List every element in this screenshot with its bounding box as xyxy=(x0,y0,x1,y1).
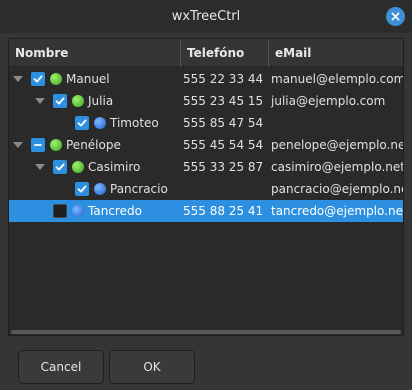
row-email: tancredo@ejemplo.net xyxy=(271,204,404,218)
row-checkbox[interactable] xyxy=(75,116,89,130)
row-email: casimiro@ejemplo.net xyxy=(271,160,404,174)
expand-arrow-icon[interactable] xyxy=(13,76,23,82)
row-name: Penélope xyxy=(66,138,121,152)
green-bullet-icon xyxy=(72,95,84,107)
expand-arrow-icon[interactable] xyxy=(35,164,45,170)
expand-arrow-icon[interactable] xyxy=(35,98,45,104)
row-checkbox[interactable] xyxy=(53,94,67,108)
row-checkbox[interactable] xyxy=(31,72,45,86)
tree-row[interactable]: Casimiro 555 33 25 87 casimiro@ejemplo.net xyxy=(9,156,404,178)
title-bar[interactable]: wxTreeCtrl xyxy=(0,0,412,33)
row-name: Timoteo xyxy=(110,116,159,130)
tree-row[interactable]: Manuel 555 22 33 44 manuel@elemplo.com xyxy=(9,68,404,90)
column-header-nombre[interactable]: Nombre xyxy=(9,39,181,67)
row-phone: 555 88 25 41 xyxy=(183,204,264,218)
row-email: manuel@elemplo.com xyxy=(271,72,404,86)
window-title: wxTreeCtrl xyxy=(171,9,241,24)
horizontal-scrollbar[interactable] xyxy=(9,327,403,335)
ok-button[interactable]: OK xyxy=(109,350,195,384)
tree-row[interactable]: Tancredo 555 88 25 41 tancredo@ejemplo.net xyxy=(9,200,404,222)
blue-bullet-icon xyxy=(94,183,106,195)
tree-row[interactable]: Timoteo 555 85 47 54 xyxy=(9,112,403,134)
row-name: Manuel xyxy=(66,72,110,86)
tree-row[interactable]: Julia 555 23 45 15 julia@ejemplo.com xyxy=(9,90,403,112)
tree-row[interactable]: Penélope 555 45 54 54 penelope@ejemplo.net xyxy=(9,134,404,156)
row-email xyxy=(271,112,403,134)
row-name: Julia xyxy=(88,94,114,108)
green-bullet-icon xyxy=(72,161,84,173)
scrollbar-thumb[interactable] xyxy=(11,330,401,334)
row-email: julia@ejemplo.com xyxy=(271,94,386,108)
row-email: pancracio@ejemplo.net xyxy=(271,182,404,196)
dialog-window: wxTreeCtrl Nombre Telefóno eMail Manuel 5… xyxy=(0,0,412,390)
row-phone: 555 23 45 15 xyxy=(183,94,264,108)
cancel-button[interactable]: Cancel xyxy=(18,350,104,384)
green-bullet-icon xyxy=(50,73,62,85)
column-header-email[interactable]: eMail xyxy=(269,39,403,67)
row-phone: 555 85 47 54 xyxy=(183,116,264,130)
row-checkbox[interactable] xyxy=(75,182,89,196)
row-checkbox[interactable] xyxy=(53,160,67,174)
row-phone: 555 45 54 54 xyxy=(183,138,264,152)
column-header-telefono[interactable]: Telefóno xyxy=(181,39,269,67)
blue-bullet-icon xyxy=(72,205,84,217)
row-checkbox[interactable] xyxy=(53,204,67,218)
green-bullet-icon xyxy=(50,139,62,151)
tree-row[interactable]: Pancracio pancracio@ejemplo.net xyxy=(9,178,404,200)
row-name: Casimiro xyxy=(88,160,141,174)
expand-arrow-icon[interactable] xyxy=(13,142,23,148)
column-header: Nombre Telefóno eMail xyxy=(9,39,403,67)
row-email: penelope@ejemplo.net xyxy=(271,138,404,152)
row-checkbox[interactable] xyxy=(31,138,45,152)
row-phone: 555 22 33 44 xyxy=(183,72,264,86)
tree-list-control[interactable]: Nombre Telefóno eMail Manuel 555 22 33 44… xyxy=(8,38,404,336)
close-button[interactable] xyxy=(386,7,405,26)
row-name: Pancracio xyxy=(110,182,168,196)
row-phone xyxy=(183,178,269,200)
close-icon xyxy=(391,12,400,21)
row-name: Tancredo xyxy=(88,204,142,218)
row-phone: 555 33 25 87 xyxy=(183,160,264,174)
blue-bullet-icon xyxy=(94,117,106,129)
